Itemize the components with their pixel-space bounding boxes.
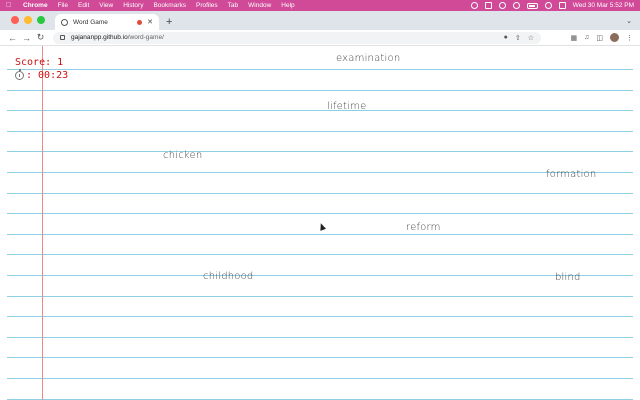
notebook-rule-line xyxy=(7,378,633,379)
timer-value: : 00:23 xyxy=(26,70,69,81)
apple-menu-icon[interactable]:  xyxy=(6,2,14,9)
menu-bookmarks[interactable]: Bookmarks xyxy=(153,2,186,9)
menu-profiles[interactable]: Profiles xyxy=(196,2,218,9)
browser-tabstrip: Word Game ✕ + ⌄ xyxy=(0,11,640,30)
address-bar[interactable]: gajananpp.github.io/word-game/ ● ⇧ ☆ xyxy=(53,31,541,44)
notebook-rule-line xyxy=(7,357,633,358)
microphone-icon[interactable]: ● xyxy=(504,34,508,41)
menu-chrome[interactable]: Chrome xyxy=(23,2,48,9)
notebook-rule-line xyxy=(7,110,633,111)
toolbar-actions: ▦ ♫ ◫ ⋮ xyxy=(571,33,633,42)
notebook-rule-line xyxy=(7,213,633,214)
menubar-datetime[interactable]: Wed 30 Mar 5:52 PM xyxy=(573,2,634,9)
notebook-rule-line xyxy=(7,234,633,235)
url-host: gajananpp.github.io xyxy=(71,34,128,41)
word-blind[interactable]: blind xyxy=(555,272,581,283)
close-window-button[interactable] xyxy=(11,16,19,24)
notebook-rule-line xyxy=(7,131,633,132)
siri-icon[interactable] xyxy=(498,2,506,9)
score-display: Score: 1 xyxy=(15,57,64,68)
screen-icon[interactable] xyxy=(484,2,492,9)
menu-help[interactable]: Help xyxy=(281,2,294,9)
word-examination[interactable]: examination xyxy=(336,53,400,64)
word-chicken[interactable]: chicken xyxy=(163,150,202,161)
globe-icon xyxy=(61,18,68,26)
menu-window[interactable]: Window xyxy=(248,2,271,9)
wifi-icon[interactable] xyxy=(512,2,520,9)
mouse-cursor-icon xyxy=(317,222,327,231)
media-icon[interactable]: ♫ xyxy=(584,34,589,41)
close-tab-icon[interactable]: ✕ xyxy=(147,18,153,26)
menu-edit[interactable]: Edit xyxy=(78,2,89,9)
word-childhood[interactable]: childhood xyxy=(203,271,253,282)
notebook-rule-line xyxy=(7,275,633,276)
back-button[interactable]: ← xyxy=(7,33,18,43)
url-path: /word-game/ xyxy=(127,34,164,41)
record-status-icon[interactable] xyxy=(470,2,478,9)
share-icon[interactable]: ⇧ xyxy=(515,34,521,42)
recording-indicator-icon xyxy=(137,19,143,25)
menubar-status-area: Wed 30 Mar 5:52 PM xyxy=(470,2,634,9)
forward-button[interactable]: → xyxy=(21,33,32,43)
sidepanel-icon[interactable]: ◫ xyxy=(596,34,603,42)
notebook-rule-line xyxy=(7,254,633,255)
stopwatch-icon xyxy=(15,69,24,80)
tab-search-icon[interactable]: ⌄ xyxy=(626,17,632,30)
minimize-window-button[interactable] xyxy=(24,16,32,24)
notebook-rule-line xyxy=(7,90,633,91)
tab-word-game[interactable]: Word Game ✕ xyxy=(55,14,159,30)
notebook-rule-line xyxy=(7,69,633,70)
search-icon[interactable] xyxy=(544,2,552,9)
tab-title: Word Game xyxy=(73,18,108,26)
reload-button[interactable]: ↻ xyxy=(35,32,46,43)
menu-file[interactable]: File xyxy=(58,2,68,9)
notebook-margin-line xyxy=(42,46,43,400)
browser-toolbar: ← → ↻ gajananpp.github.io/word-game/ ● ⇧… xyxy=(0,30,640,46)
notebook-rule-line xyxy=(7,172,633,173)
notebook-rule-line xyxy=(7,337,633,338)
window-controls xyxy=(0,16,55,30)
word-lifetime[interactable]: lifetime xyxy=(327,101,366,112)
menu-view[interactable]: View xyxy=(99,2,113,9)
new-tab-button[interactable]: + xyxy=(166,16,172,30)
menu-history[interactable]: History xyxy=(123,2,143,9)
macos-menubar:  Chrome File Edit View History Bookmark… xyxy=(0,0,640,11)
menu-tab[interactable]: Tab xyxy=(228,2,238,9)
notebook-rule-line xyxy=(7,151,633,152)
profile-avatar[interactable] xyxy=(610,33,619,42)
fullscreen-window-button[interactable] xyxy=(37,16,45,24)
notebook-rule-line xyxy=(7,316,633,317)
chrome-menu-icon[interactable]: ⋮ xyxy=(626,34,633,42)
word-formation[interactable]: formation xyxy=(546,169,596,180)
timer-display: : 00:23 xyxy=(15,69,69,81)
bookmark-star-icon[interactable]: ☆ xyxy=(528,34,534,42)
control-center-icon[interactable] xyxy=(558,2,566,9)
battery-icon[interactable] xyxy=(526,2,538,9)
url-text[interactable]: gajananpp.github.io/word-game/ xyxy=(71,34,497,41)
word-reform[interactable]: reform xyxy=(406,222,441,233)
notebook-rule-line xyxy=(7,193,633,194)
notebook-rule-line xyxy=(7,296,633,297)
lock-icon[interactable] xyxy=(60,35,65,40)
word-game-page[interactable]: Score: 1 : 00:23 examination lifetime ch… xyxy=(0,46,640,400)
extensions-icon[interactable]: ▦ xyxy=(571,34,578,42)
